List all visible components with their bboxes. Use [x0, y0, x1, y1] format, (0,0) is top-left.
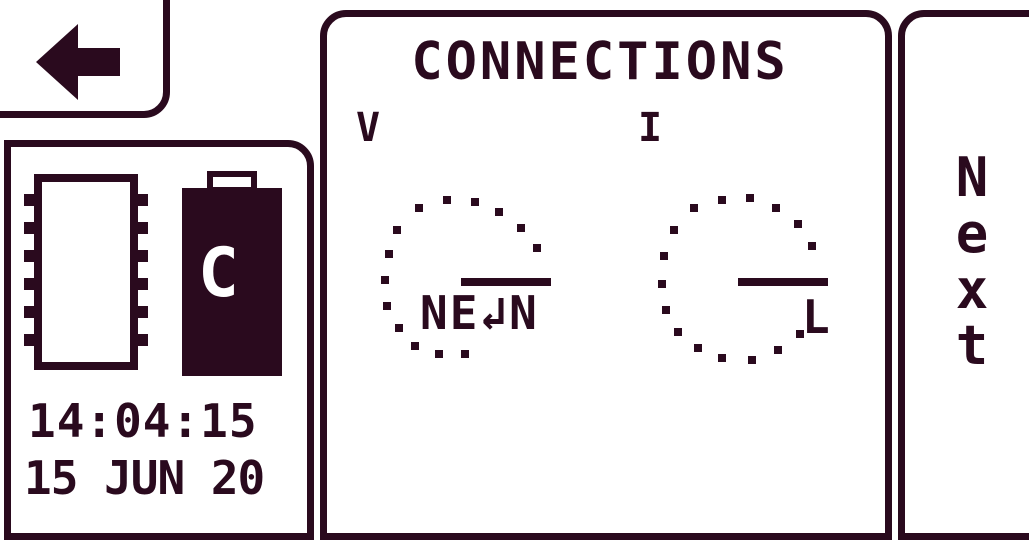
next-letter: e [955, 202, 989, 265]
next-letter: t [955, 314, 989, 377]
clock-date: 15 JUN 20 [24, 451, 265, 505]
arrow-left-icon [36, 24, 120, 100]
back-button[interactable] [0, 0, 160, 110]
battery-label: C [198, 234, 239, 313]
next-letter: x [955, 258, 989, 321]
next-button-label[interactable]: N e x t [942, 150, 1002, 374]
clock-time: 14:04:15 [28, 394, 258, 448]
voltage-label: V [356, 105, 381, 151]
memory-chip-icon [24, 174, 148, 370]
current-connection-label: L [802, 290, 830, 344]
voltage-connection-label: NE↲N [420, 286, 539, 340]
current-label: I [638, 105, 663, 151]
page-title: CONNECTIONS [411, 32, 789, 92]
next-letter: N [955, 146, 989, 209]
